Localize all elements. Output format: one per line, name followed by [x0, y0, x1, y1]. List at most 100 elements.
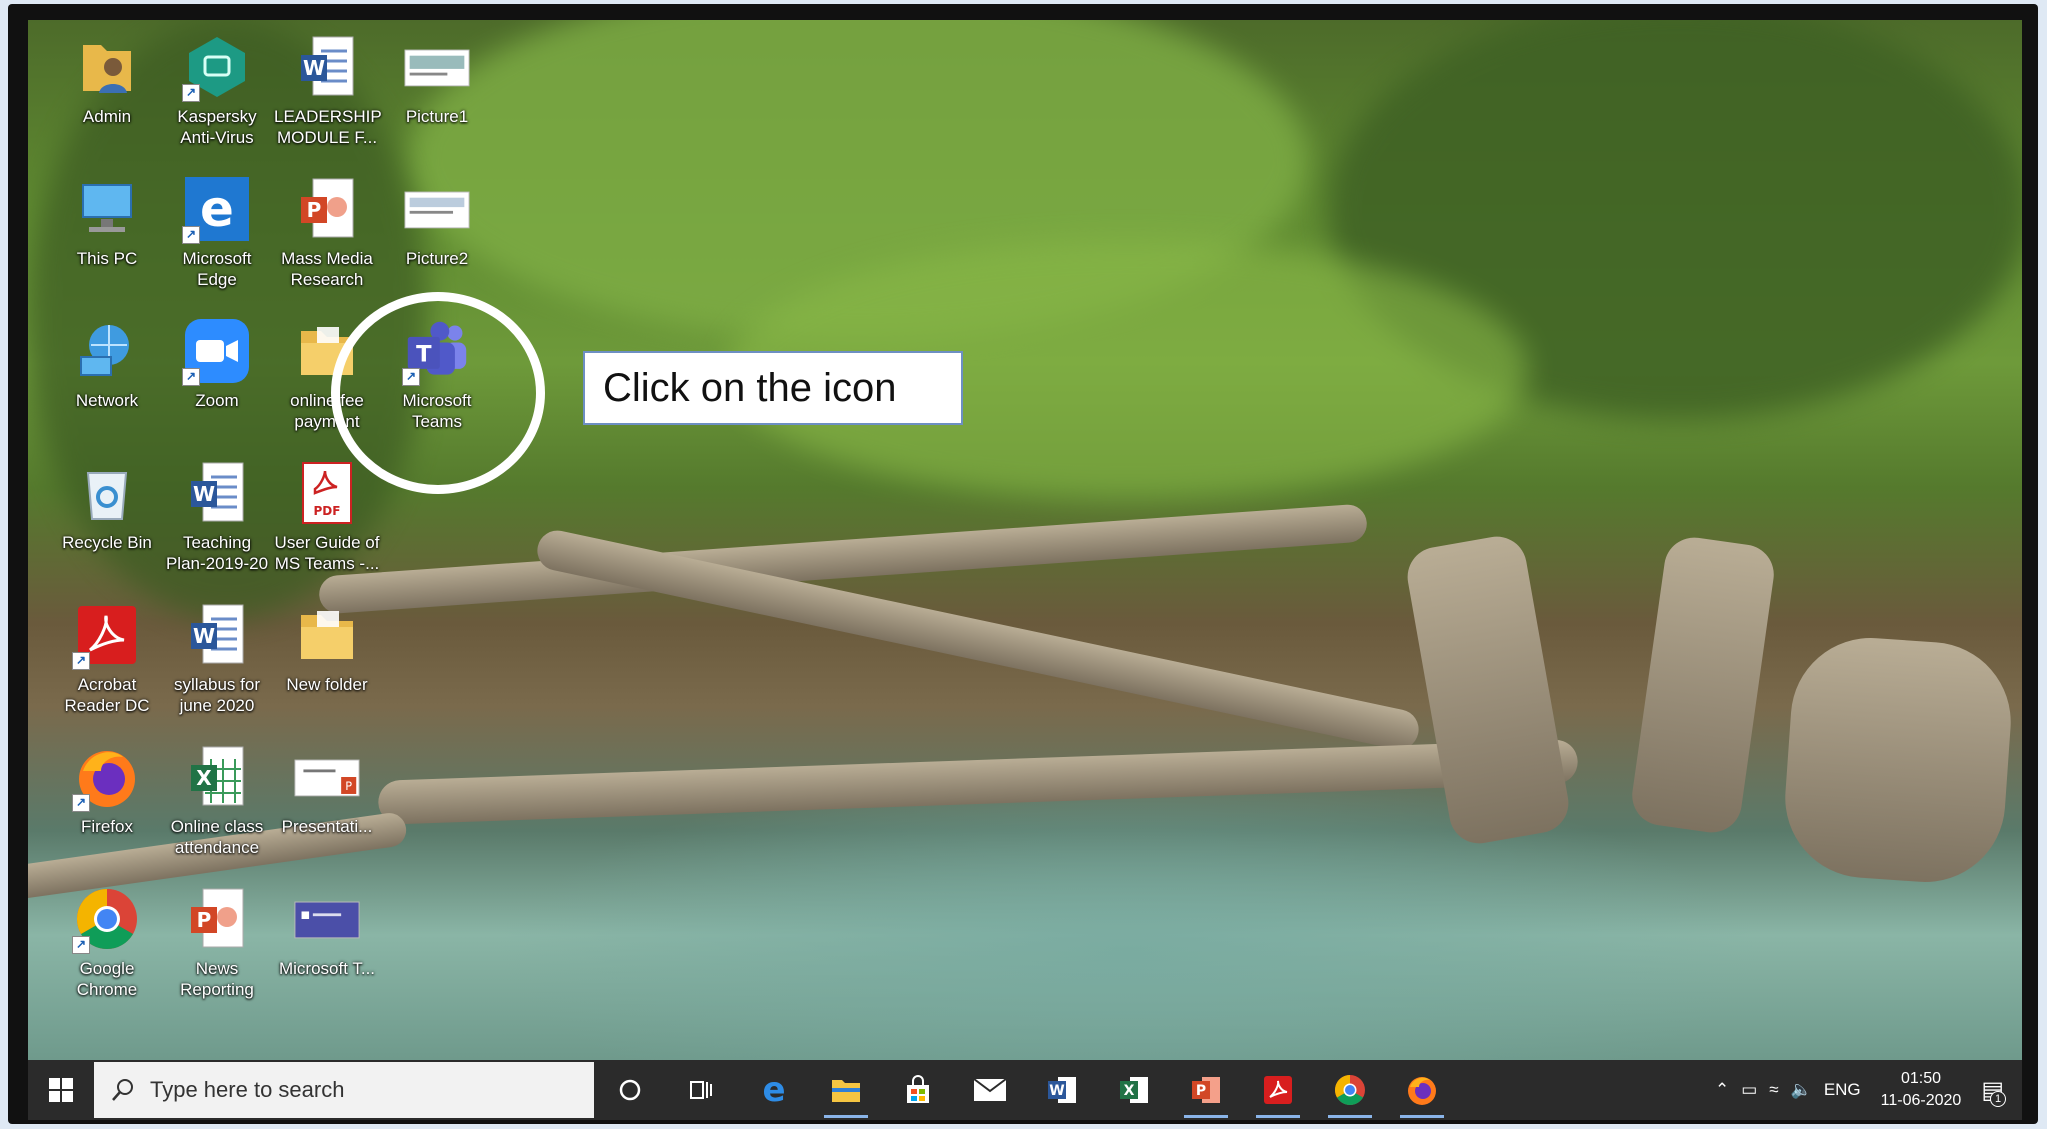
- volume-icon[interactable]: 🔈: [1791, 1080, 1812, 1100]
- desktop-icon-acrobat[interactable]: ↗ Acrobat Reader DC: [54, 596, 160, 732]
- desktop-icon-admin[interactable]: Admin: [54, 28, 160, 164]
- desktop-icon-new-folder[interactable]: New folder: [274, 596, 380, 732]
- desktop-icon-label: Acrobat Reader DC: [64, 675, 150, 715]
- word-document-icon: W: [184, 460, 250, 526]
- desktop-icon-zoom[interactable]: ↗ Zoom: [164, 312, 270, 448]
- svg-text:P: P: [307, 198, 322, 222]
- desktop-icon-label: Teaching Plan-2019-20: [165, 533, 269, 573]
- excel-icon[interactable]: X: [1098, 1060, 1170, 1120]
- desktop[interactable]: Admin This PC Network Recycle Bin ↗ Acro…: [28, 20, 2022, 1060]
- svg-text:P: P: [1196, 1083, 1206, 1099]
- desktop-icon-label: Mass Media Research: [281, 249, 373, 289]
- svg-text:e: e: [200, 180, 234, 238]
- desktop-icon-label: LEADERSHIP MODULE F...: [274, 107, 382, 147]
- desktop-icon-firefox[interactable]: ↗ Firefox: [54, 738, 160, 874]
- start-button[interactable]: [28, 1060, 94, 1120]
- powerpoint-document-icon: P: [184, 886, 250, 952]
- desktop-icon-recycle-bin[interactable]: Recycle Bin: [54, 454, 160, 590]
- desktop-icon-label: Firefox: [81, 817, 133, 836]
- clock[interactable]: 01:50 11-06-2020: [1881, 1068, 1962, 1112]
- excel-document-icon: X: [184, 744, 250, 810]
- word-document-icon: W: [294, 34, 360, 100]
- file-explorer-icon[interactable]: [810, 1060, 882, 1120]
- cortana-icon[interactable]: [594, 1060, 666, 1120]
- clock-date: 11-06-2020: [1880, 1092, 1962, 1109]
- wifi-icon[interactable]: ≈: [1769, 1080, 1778, 1100]
- search-icon: [112, 1079, 133, 1101]
- desktop-icon-teaching-plan[interactable]: W Teaching Plan-2019-20: [164, 454, 270, 590]
- desktop-icon-news-reporting[interactable]: P News Reporting: [164, 880, 270, 1016]
- instruction-callout: Click on the icon: [583, 351, 963, 425]
- acrobat-icon[interactable]: [1242, 1060, 1314, 1120]
- svg-text:W: W: [193, 624, 215, 648]
- desktop-icon-online-class-attendance[interactable]: X Online class attendance: [164, 738, 270, 874]
- desktop-icon-label: Presentati...: [281, 817, 373, 836]
- desktop-icon-label: Google Chrome: [76, 959, 138, 999]
- image-file-icon: [404, 34, 470, 100]
- desktop-icon-syllabus[interactable]: W syllabus for june 2020: [164, 596, 270, 732]
- user-folder-icon: [74, 34, 140, 100]
- edge-icon[interactable]: e: [738, 1060, 810, 1120]
- task-view-icon[interactable]: [666, 1060, 738, 1120]
- powerpoint-icon[interactable]: P: [1170, 1060, 1242, 1120]
- desktop-icon-label: User Guide of MS Teams -...: [274, 533, 380, 573]
- teams-thumbnail-icon: [294, 886, 360, 952]
- svg-text:X: X: [1124, 1083, 1135, 1099]
- language-indicator[interactable]: ENG: [1824, 1080, 1861, 1100]
- svg-text:P: P: [197, 908, 212, 932]
- chrome-icon[interactable]: [1314, 1060, 1386, 1120]
- firefox-icon[interactable]: [1386, 1060, 1458, 1120]
- pdf-document-icon: PDF: [294, 460, 360, 526]
- desktop-icon-picture2[interactable]: Picture2: [384, 170, 490, 306]
- desktop-icon-google-chrome[interactable]: ↗ Google Chrome: [54, 880, 160, 1016]
- desktop-icon-label: Microsoft T...: [278, 959, 376, 978]
- desktop-icon-label: This PC: [76, 249, 138, 268]
- svg-text:W: W: [193, 482, 215, 506]
- word-icon[interactable]: W: [1026, 1060, 1098, 1120]
- desktop-icon-label: Network: [75, 391, 139, 410]
- recycle-bin-icon: [74, 460, 140, 526]
- acrobat-icon: ↗: [72, 602, 140, 670]
- desktop-icon-presentation[interactable]: P Presentati...: [274, 738, 380, 874]
- edge-icon: e ↗: [182, 176, 250, 244]
- computer-icon: [74, 176, 140, 242]
- desktop-icon-label: syllabus for june 2020: [174, 675, 260, 715]
- desktop-icon-label: Admin: [82, 107, 132, 126]
- word-document-icon: W: [184, 602, 250, 668]
- svg-text:e: e: [762, 1074, 785, 1106]
- folder-icon: [294, 602, 360, 668]
- desktop-icon-label: News Reporting: [180, 959, 254, 999]
- show-hidden-icons-chevron-icon[interactable]: ⌃: [1715, 1080, 1729, 1100]
- system-tray: ⌃ ▭ ≈ 🔈 ENG 01:50 11-06-2020 ▤ 1: [1709, 1060, 2022, 1120]
- desktop-icon-picture1[interactable]: Picture1: [384, 28, 490, 164]
- kaspersky-icon: ↗: [182, 34, 250, 102]
- desktop-icon-network[interactable]: Network: [54, 312, 160, 448]
- chrome-icon: ↗: [72, 886, 140, 954]
- notification-count-badge: 1: [1990, 1090, 2006, 1107]
- desktop-icon-this-pc[interactable]: This PC: [54, 170, 160, 306]
- desktop-icon-leadership-module[interactable]: W LEADERSHIP MODULE F...: [274, 28, 382, 164]
- battery-icon[interactable]: ▭: [1741, 1080, 1757, 1100]
- search-placeholder: Type here to search: [150, 1077, 345, 1102]
- desktop-icon-microsoft-edge[interactable]: e ↗ Microsoft Edge: [164, 170, 270, 306]
- desktop-icon-user-guide-ms-teams[interactable]: PDF User Guide of MS Teams -...: [274, 454, 380, 590]
- network-icon: [74, 318, 140, 384]
- desktop-icon-microsoft-t[interactable]: Microsoft T...: [274, 880, 380, 1016]
- zoom-icon: ↗: [182, 318, 250, 386]
- desktop-icon-mass-media-research[interactable]: P Mass Media Research: [274, 170, 380, 306]
- action-center-icon[interactable]: ▤ 1: [1981, 1076, 2006, 1107]
- desktop-icon-kaspersky[interactable]: ↗ Kaspersky Anti-Virus: [164, 28, 270, 164]
- desktop-icon-label: Picture2: [405, 249, 469, 268]
- windows-logo-icon: [49, 1078, 73, 1102]
- taskbar: Type here to search e W X P ⌃ ▭ ≈ 🔈 ENG: [28, 1060, 2022, 1120]
- firefox-icon: ↗: [72, 744, 140, 812]
- desktop-icon-label: Zoom: [195, 391, 239, 410]
- powerpoint-document-icon: P: [294, 176, 360, 242]
- clock-time: 01:50: [1900, 1070, 1941, 1087]
- mail-icon[interactable]: [954, 1060, 1026, 1120]
- svg-text:PDF: PDF: [314, 504, 341, 518]
- svg-text:P: P: [345, 780, 352, 793]
- svg-text:W: W: [1049, 1083, 1064, 1099]
- store-icon[interactable]: [882, 1060, 954, 1120]
- taskbar-search-box[interactable]: Type here to search: [94, 1062, 594, 1118]
